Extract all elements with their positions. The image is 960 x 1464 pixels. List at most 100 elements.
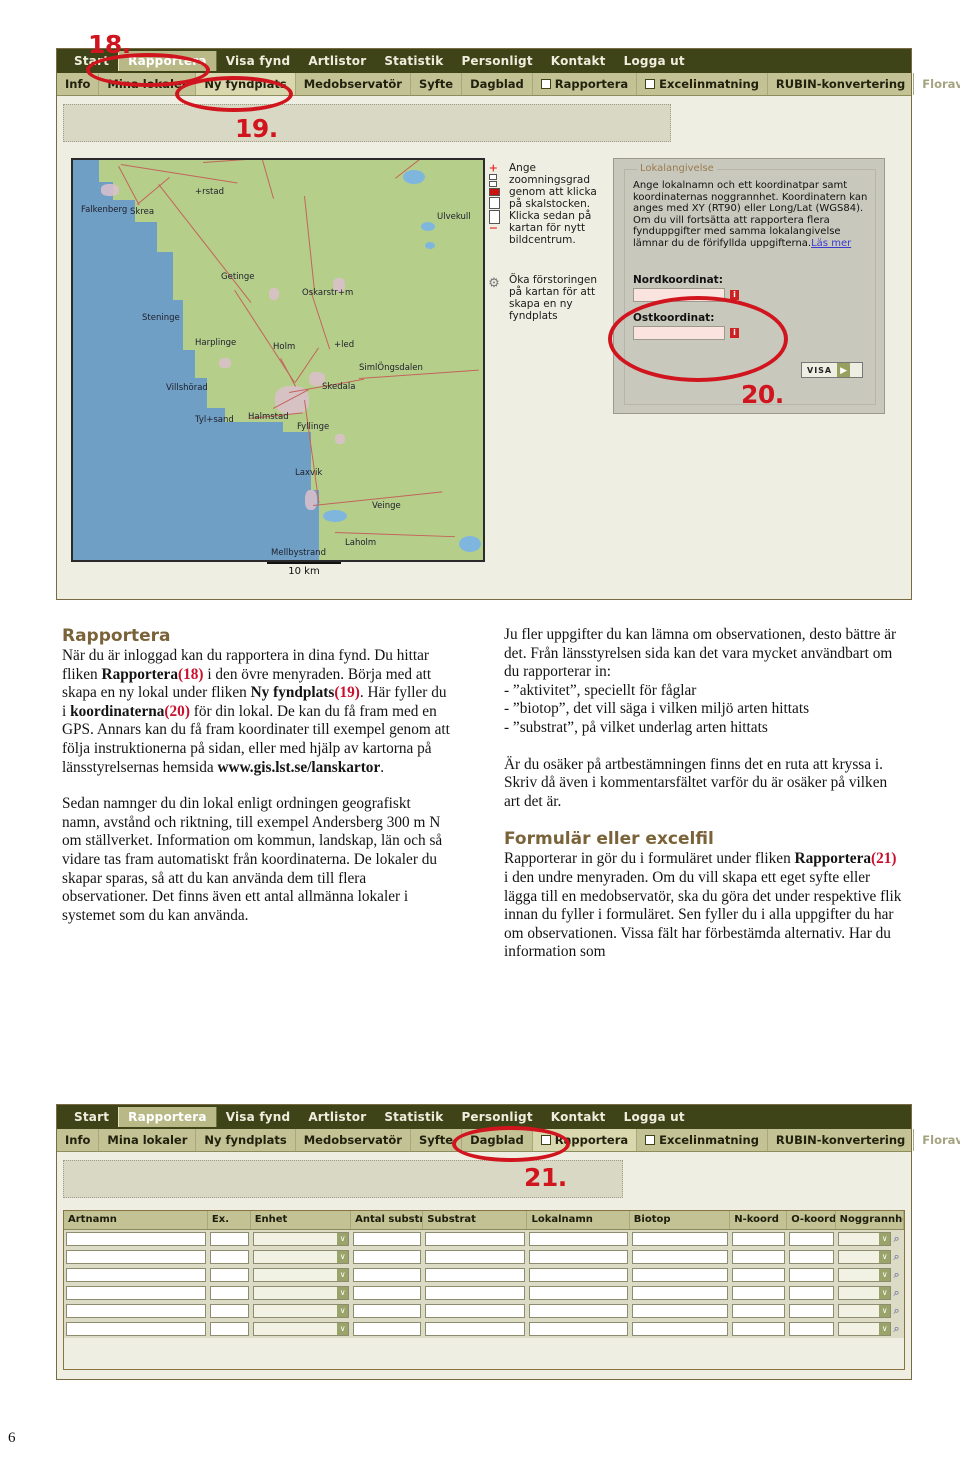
submenu-item-rubin-konvertering[interactable]: RUBIN-konvertering — [768, 1129, 915, 1151]
menu-item-artlistor[interactable]: Artlistor — [299, 1107, 375, 1127]
cell-input-n-koord[interactable] — [732, 1250, 786, 1264]
chevron-down-icon[interactable]: ∨ — [337, 1287, 349, 1299]
cell-input-o-koord[interactable] — [789, 1250, 834, 1264]
menu-item-logga-ut[interactable]: Logga ut — [615, 51, 694, 71]
cell-input-ex-[interactable] — [209, 1304, 249, 1318]
cell-input-ex-[interactable] — [209, 1322, 249, 1336]
cell-input-o-koord[interactable] — [789, 1304, 834, 1318]
menu-item-statistik[interactable]: Statistik — [375, 1107, 452, 1127]
cell-input-lokalnamn[interactable] — [529, 1322, 628, 1336]
cell-input-lokalnamn[interactable] — [529, 1250, 628, 1264]
menu-item-artlistor[interactable]: Artlistor — [299, 51, 375, 71]
chevron-down-icon[interactable]: ∨ — [879, 1233, 891, 1245]
cell-input-artnamn[interactable] — [66, 1232, 206, 1246]
cell-input-biotop[interactable] — [631, 1268, 729, 1282]
chevron-down-icon[interactable]: ∨ — [879, 1251, 891, 1263]
cell-input-artnamn[interactable] — [66, 1286, 206, 1300]
submenu-item-excelinmatning[interactable]: Excelinmatning — [637, 1129, 768, 1151]
zoom-in-icon[interactable]: + — [489, 162, 502, 177]
chevron-down-icon[interactable]: ∨ — [337, 1269, 349, 1281]
checkbox-icon[interactable] — [645, 79, 656, 89]
chevron-down-icon[interactable]: ∨ — [879, 1323, 891, 1335]
cell-input-lokalnamn[interactable] — [529, 1268, 628, 1282]
cell-select-noggrannhet[interactable]: ∨ — [837, 1304, 892, 1318]
cell-input-biotop[interactable] — [631, 1232, 729, 1246]
chevron-down-icon[interactable]: ∨ — [879, 1287, 891, 1299]
search-icon[interactable]: ⌕ — [891, 1305, 902, 1318]
cell-input-n-koord[interactable] — [732, 1322, 786, 1336]
read-more-link[interactable]: Läs mer — [811, 238, 851, 249]
map-canvas[interactable]: Falkenberg Skrea +rstad Ulvekull Getinge Oska… — [71, 158, 485, 562]
menu-item-logga-ut[interactable]: Logga ut — [615, 1107, 694, 1127]
search-icon[interactable]: ⌕ — [891, 1269, 902, 1282]
search-icon[interactable]: ⌕ — [891, 1251, 902, 1264]
cell-input-antal-substrat[interactable] — [353, 1250, 422, 1264]
cell-input-ex-[interactable] — [209, 1232, 249, 1246]
cell-select-noggrannhet[interactable]: ∨ — [837, 1322, 892, 1336]
cell-input-substrat[interactable] — [425, 1250, 526, 1264]
menu-item-start[interactable]: Start — [65, 1107, 118, 1127]
zoom-step-current[interactable] — [489, 188, 500, 196]
submenu-item-rapportera[interactable]: Rapportera — [533, 73, 638, 95]
cell-select-enhet[interactable]: ∨ — [252, 1304, 350, 1318]
cell-input-biotop[interactable] — [631, 1322, 729, 1336]
cell-select-noggrannhet[interactable]: ∨ — [837, 1250, 892, 1264]
menu-item-personligt[interactable]: Personligt — [452, 1107, 541, 1127]
cell-input-artnamn[interactable] — [66, 1322, 206, 1336]
zoom-step-4[interactable] — [489, 197, 500, 209]
magnify-icon[interactable]: ⚙ — [487, 276, 501, 290]
cell-input-n-koord[interactable] — [732, 1286, 786, 1300]
cell-input-ex-[interactable] — [209, 1286, 249, 1300]
cell-select-enhet[interactable]: ∨ — [252, 1232, 350, 1246]
cell-select-enhet[interactable]: ∨ — [252, 1250, 350, 1264]
menu-item-personligt[interactable]: Personligt — [452, 51, 541, 71]
submenu-item-medobservatör[interactable]: Medobservatör — [296, 1129, 411, 1151]
cell-select-enhet[interactable]: ∨ — [252, 1286, 350, 1300]
checkbox-icon[interactable] — [645, 1135, 656, 1145]
submenu-item-syfte[interactable]: Syfte — [411, 73, 463, 95]
chevron-down-icon[interactable]: ∨ — [879, 1305, 891, 1317]
cell-input-ex-[interactable] — [209, 1250, 249, 1264]
submenu-item-ny-fyndplats[interactable]: Ny fyndplats — [196, 1129, 296, 1151]
chevron-down-icon[interactable]: ∨ — [337, 1305, 349, 1317]
cell-input-o-koord[interactable] — [789, 1286, 834, 1300]
visa-button[interactable]: VISA ▶ — [801, 362, 863, 378]
submenu-item-info[interactable]: Info — [57, 1129, 100, 1151]
cell-input-antal-substrat[interactable] — [353, 1322, 422, 1336]
cell-input-antal-substrat[interactable] — [353, 1268, 422, 1282]
cell-select-noggrannhet[interactable]: ∨ — [837, 1286, 892, 1300]
cell-input-o-koord[interactable] — [789, 1232, 834, 1246]
cell-select-enhet[interactable]: ∨ — [252, 1268, 350, 1282]
zoom-scale-stick[interactable]: + − — [489, 162, 502, 237]
cell-input-artnamn[interactable] — [66, 1304, 206, 1318]
submenu-item-dagblad[interactable]: Dagblad — [462, 73, 533, 95]
cell-input-ex-[interactable] — [209, 1268, 249, 1282]
chevron-down-icon[interactable]: ∨ — [337, 1323, 349, 1335]
cell-select-noggrannhet[interactable]: ∨ — [837, 1268, 892, 1282]
cell-input-substrat[interactable] — [425, 1232, 526, 1246]
search-icon[interactable]: ⌕ — [891, 1233, 902, 1246]
cell-input-substrat[interactable] — [425, 1286, 526, 1300]
cell-input-o-koord[interactable] — [789, 1322, 834, 1336]
cell-input-substrat[interactable] — [425, 1268, 526, 1282]
cell-input-substrat[interactable] — [425, 1322, 526, 1336]
cell-input-antal-substrat[interactable] — [353, 1232, 422, 1246]
checkbox-icon[interactable] — [540, 79, 551, 89]
cell-select-enhet[interactable]: ∨ — [252, 1322, 350, 1336]
bottom-main-menu[interactable]: Start Rapportera Visa fynd Artlistor Statist… — [57, 1105, 911, 1129]
cell-input-n-koord[interactable] — [732, 1304, 786, 1318]
cell-select-noggrannhet[interactable]: ∨ — [837, 1232, 892, 1246]
cell-input-biotop[interactable] — [631, 1250, 729, 1264]
menu-item-statistik[interactable]: Statistik — [375, 51, 452, 71]
menu-item-kontakt[interactable]: Kontakt — [542, 51, 615, 71]
cell-input-biotop[interactable] — [631, 1304, 729, 1318]
cell-input-lokalnamn[interactable] — [529, 1304, 628, 1318]
zoom-out-icon[interactable]: − — [489, 222, 502, 237]
cell-input-biotop[interactable] — [631, 1286, 729, 1300]
menu-item-visa-fynd[interactable]: Visa fynd — [217, 1107, 300, 1127]
cell-input-artnamn[interactable] — [66, 1268, 206, 1282]
cell-input-lokalnamn[interactable] — [529, 1232, 628, 1246]
submenu-item-excelinmatning[interactable]: Excelinmatning — [637, 73, 768, 95]
cell-input-substrat[interactable] — [425, 1304, 526, 1318]
cell-input-antal-substrat[interactable] — [353, 1304, 422, 1318]
